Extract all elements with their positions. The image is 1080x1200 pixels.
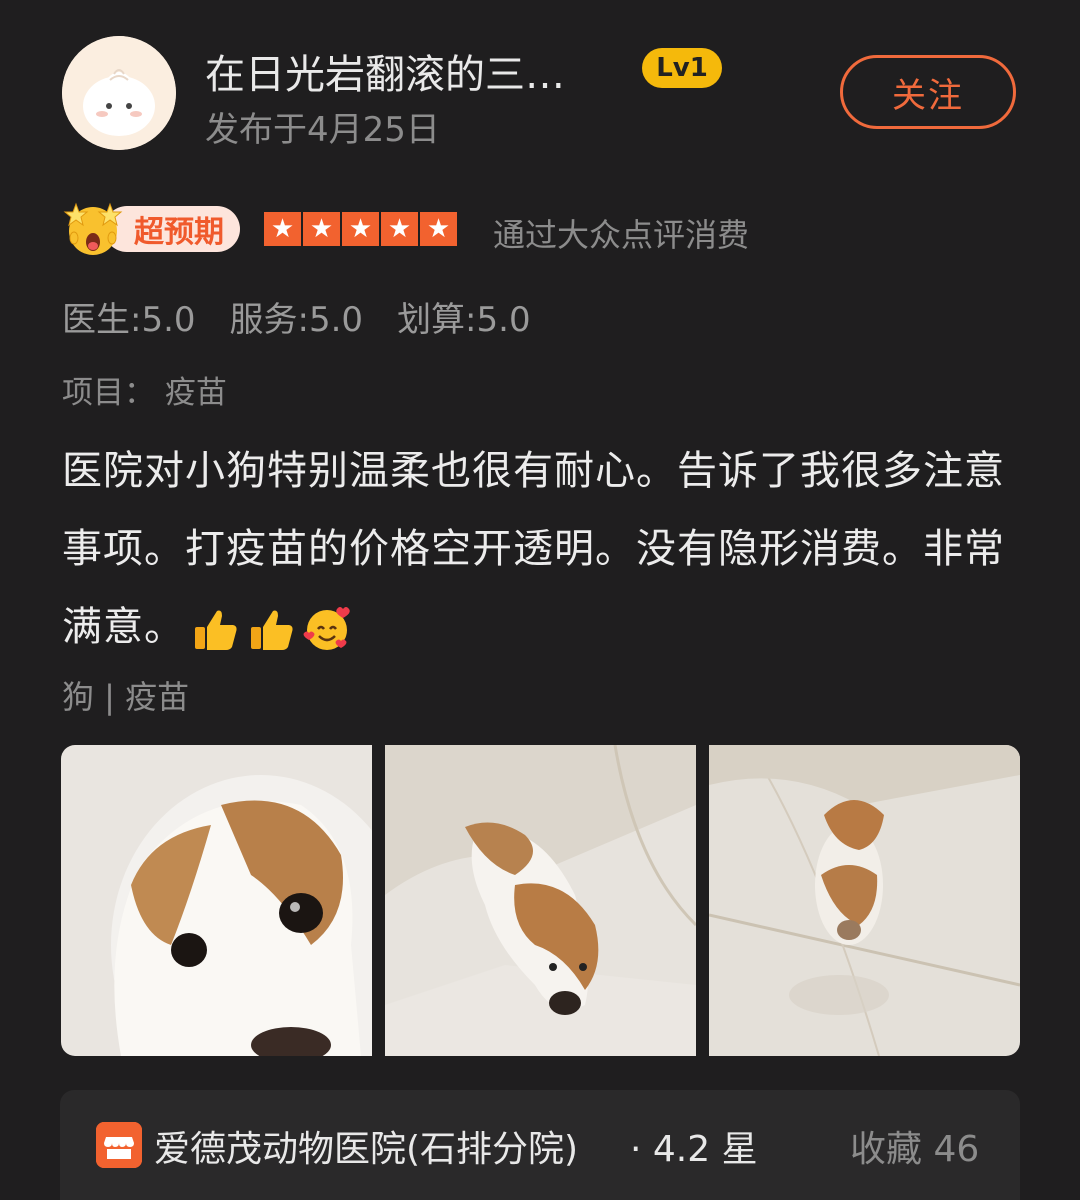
thumbs-up-icon (195, 610, 237, 650)
score-breakdown: 医生:5.0 服务:5.0 划算:5.0 (62, 292, 531, 341)
review-photo-puppy-walking[interactable] (709, 745, 1020, 1056)
shop-name[interactable]: 爱德茂动物医院(石排分院) (154, 1120, 578, 1172)
user-avatar[interactable] (62, 36, 176, 150)
shop-icon (96, 1122, 142, 1168)
score-value: 划算:5.0 (397, 300, 531, 340)
smiling-face-with-hearts-icon (303, 607, 350, 650)
level-badge: Lv1 (642, 48, 722, 88)
star-icon: ★ (303, 212, 340, 246)
star-icon: ★ (381, 212, 418, 246)
publish-date: 发布于4月25日 (205, 110, 440, 150)
review-photo-puppy-closeup[interactable] (61, 745, 372, 1056)
star-icon: ★ (342, 212, 379, 246)
star-rating: ★ ★ ★ ★ ★ (264, 212, 457, 246)
amazed-face-icon (63, 202, 123, 255)
star-icon: ★ (420, 212, 457, 246)
shop-rating: · 4.2 星 (630, 1129, 758, 1170)
star-icon: ★ (264, 212, 301, 246)
review-photo-puppy-on-floor[interactable] (385, 745, 696, 1056)
review-tags[interactable]: 狗 | 疫苗 (62, 672, 189, 718)
project-label: 项目： 疫苗 (62, 375, 227, 411)
exceed-expectation-badge: 超预期 (62, 202, 240, 255)
consumption-source: 通过大众点评消费 (493, 216, 750, 254)
review-body[interactable]: 医院对小狗特别温柔也很有耐心。告诉了我很多注意事项。打疫苗的价格空开透明。没有隐… (62, 432, 1022, 666)
score-doctor: 医生:5.0 (62, 300, 196, 340)
favorites-count[interactable]: 收藏 46 (850, 1120, 979, 1172)
username[interactable]: 在日光岩翻滚的三… (205, 42, 565, 100)
exceed-label: 超预期 (104, 206, 240, 252)
thumbs-up-icon (251, 610, 293, 650)
follow-button[interactable]: 关注 (840, 55, 1016, 129)
score-service: 服务:5.0 (229, 300, 364, 340)
